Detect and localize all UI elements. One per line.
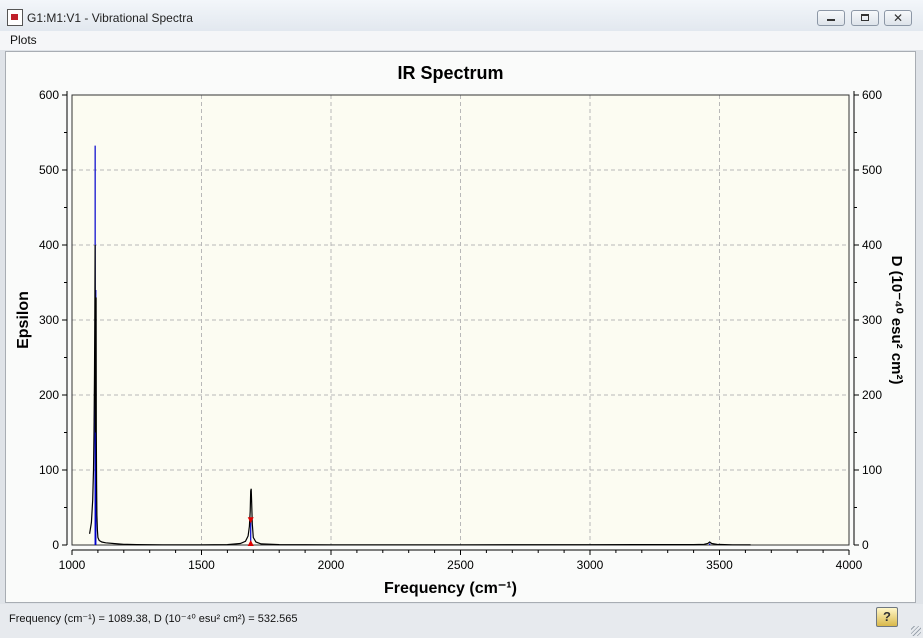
y-tick-label-right: 500 <box>862 163 882 177</box>
y-tick-label-right: 100 <box>862 463 882 477</box>
menu-plots[interactable]: Plots <box>10 33 37 47</box>
x-tick-label: 3500 <box>706 558 733 572</box>
x-tick-label: 2000 <box>318 558 345 572</box>
spectrum-document-icon <box>7 9 23 26</box>
minimize-icon <box>827 19 835 21</box>
y-tick-label-left: 300 <box>39 313 59 327</box>
close-icon: ✕ <box>893 11 904 25</box>
ir-spectrum-chart[interactable]: IR Spectrum 0 0 100 100 200 200 300 300 400 400 500… <box>6 52 915 602</box>
y-tick-label-right: 600 <box>862 88 882 102</box>
y-tick-label-right: 300 <box>862 313 882 327</box>
window-titlebar: G1:M1:V1 - Vibrational Spectra ✕ <box>0 0 923 32</box>
y-tick-label-left: 600 <box>39 88 59 102</box>
window-title: G1:M1:V1 - Vibrational Spectra <box>27 11 193 25</box>
close-button[interactable]: ✕ <box>884 10 912 26</box>
resize-grip-icon[interactable] <box>911 626 921 636</box>
status-readout: Frequency (cm⁻¹) = 1089.38, D (10⁻⁴⁰ esu… <box>9 613 298 625</box>
minimize-button[interactable] <box>817 10 845 26</box>
chart-panel: IR Spectrum 0 0 100 100 200 200 300 300 400 400 500… <box>5 51 916 603</box>
x-tick-label: 4000 <box>836 558 863 572</box>
y-tick-label-right: 400 <box>862 238 882 252</box>
x-tick-label: 3000 <box>577 558 604 572</box>
maximize-button[interactable] <box>851 10 879 26</box>
status-bar: Frequency (cm⁻¹) = 1089.38, D (10⁻⁴⁰ esu… <box>0 604 923 638</box>
y-tick-label-left: 400 <box>39 238 59 252</box>
x-tick-label: 1500 <box>188 558 215 572</box>
x-axis-label: Frequency (cm⁻¹) <box>384 580 517 597</box>
help-button[interactable]: ? <box>876 607 898 627</box>
menu-bar: Plots <box>0 31 923 50</box>
y-tick-label-left: 100 <box>39 463 59 477</box>
y-tick-label-left: 500 <box>39 163 59 177</box>
maximize-icon <box>861 14 869 21</box>
x-tick-label: 1000 <box>59 558 86 572</box>
y-tick-label-left: 200 <box>39 388 59 402</box>
y-axis-label-right: D (10⁻⁴⁰ esu² cm²) <box>888 256 905 385</box>
x-tick-label: 2500 <box>447 558 474 572</box>
y-axis-label-left: Epsilon <box>15 291 32 349</box>
y-tick-label-right: 0 <box>862 538 869 552</box>
y-tick-label-right: 200 <box>862 388 882 402</box>
y-tick-label-left: 0 <box>52 538 59 552</box>
chart-title: IR Spectrum <box>397 63 503 83</box>
